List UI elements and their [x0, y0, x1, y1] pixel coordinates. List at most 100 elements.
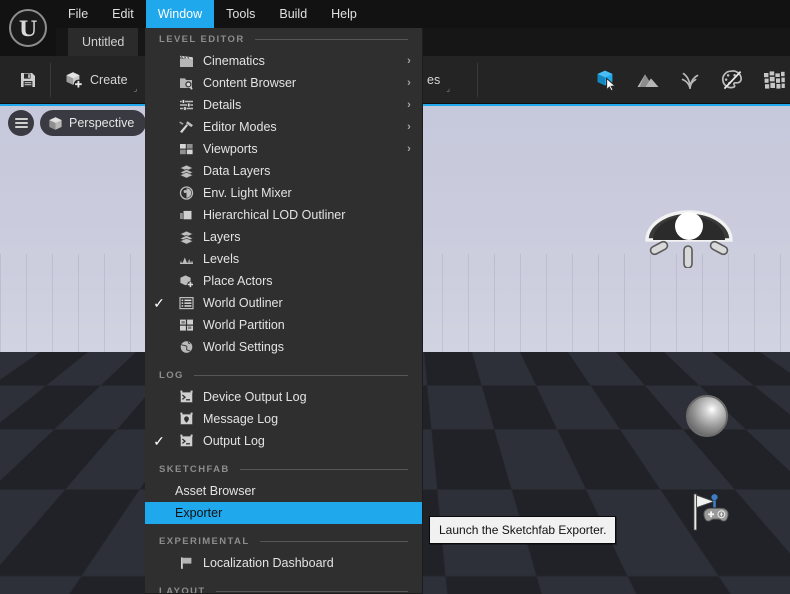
- mesh-paint-mode-icon: [720, 68, 744, 92]
- section-title: EXPERIMENTAL: [159, 536, 250, 547]
- menu-item-label: Viewports: [199, 142, 396, 156]
- landscape-mode-icon: [636, 69, 660, 91]
- viewport-menu-button[interactable]: [8, 110, 34, 136]
- menu-help[interactable]: Help: [319, 0, 369, 28]
- sphere-mesh-actor[interactable]: [686, 395, 728, 437]
- menu-item-place-actors[interactable]: Place Actors: [145, 270, 422, 292]
- unreal-logo-glyph: U: [9, 9, 47, 47]
- place-actor-icon: [173, 274, 199, 288]
- menu-item-label: Localization Dashboard: [199, 556, 396, 570]
- menu-item-world-settings[interactable]: World Settings: [145, 336, 422, 358]
- section-rule: [194, 375, 408, 376]
- levels-chart-icon: [173, 252, 199, 266]
- cube-icon: [48, 116, 63, 131]
- message-log-icon: [173, 412, 199, 426]
- menu-section-experimental: EXPERIMENTAL: [145, 530, 422, 552]
- menu-item-output-log[interactable]: ✓ Output Log: [145, 430, 422, 452]
- menu-item-asset-browser[interactable]: Asset Browser: [145, 480, 422, 502]
- chevron-right-icon: ›: [396, 121, 422, 133]
- menu-item-localization-dashboard[interactable]: Localization Dashboard: [145, 552, 422, 574]
- menu-item-label: Layers: [199, 230, 396, 244]
- menu-item-label: Exporter: [145, 506, 422, 520]
- menu-item-label: Levels: [199, 252, 396, 266]
- chevron-right-icon: ›: [396, 55, 422, 67]
- menu-item-cinematics[interactable]: Cinematics ›: [145, 50, 422, 72]
- player-start-actor[interactable]: [692, 492, 738, 534]
- menu-item-env-light-mixer[interactable]: Env. Light Mixer: [145, 182, 422, 204]
- menu-item-label: Data Layers: [199, 164, 396, 178]
- create-caret-icon: ⌟: [134, 84, 138, 93]
- menu-item-exporter[interactable]: Exporter: [145, 502, 422, 524]
- create-button[interactable]: Create ⌟: [55, 63, 146, 97]
- window-menu-dropdown[interactable]: LEVEL EDITOR Cinematics › Content Browse…: [145, 28, 423, 594]
- menu-item-label: Asset Browser: [145, 484, 422, 498]
- fracture-mode-button[interactable]: [753, 63, 790, 97]
- viewport-perspective-button[interactable]: Perspective: [40, 110, 146, 136]
- menu-section-layout: LAYOUT: [145, 580, 422, 594]
- toolbar-modes-group: [585, 56, 790, 104]
- menu-item-world-outliner[interactable]: ✓ World Outliner: [145, 292, 422, 314]
- create-cube-plus-icon: [64, 70, 84, 90]
- menu-item-label: Device Output Log: [199, 390, 396, 404]
- menu-item-label: Cinematics: [199, 54, 396, 68]
- menu-item-label: Output Log: [199, 434, 396, 448]
- folder-search-icon: [173, 76, 199, 90]
- flag-icon: [173, 556, 199, 570]
- menu-item-label: Place Actors: [199, 274, 396, 288]
- menu-item-hierarchical-lod-outliner[interactable]: Hierarchical LOD Outliner: [145, 204, 422, 226]
- menu-item-label: World Settings: [199, 340, 396, 354]
- section-rule: [216, 591, 408, 592]
- unreal-logo[interactable]: U: [0, 0, 56, 56]
- landscape-mode-button[interactable]: [627, 63, 669, 97]
- chevron-right-icon: ›: [396, 77, 422, 89]
- foliage-mode-button[interactable]: [669, 63, 711, 97]
- menu-item-label: Env. Light Mixer: [199, 186, 396, 200]
- partition-grid-icon: [173, 318, 199, 332]
- menu-item-details[interactable]: Details ›: [145, 94, 422, 116]
- menu-section-level-editor: LEVEL EDITOR: [145, 28, 422, 50]
- menu-item-editor-modes[interactable]: Editor Modes ›: [145, 116, 422, 138]
- menu-edit[interactable]: Edit: [100, 0, 146, 28]
- section-title: LOG: [159, 370, 184, 381]
- sliders-icon: [173, 98, 199, 112]
- menu-item-message-log[interactable]: Message Log: [145, 408, 422, 430]
- tooltip-text: Launch the Sketchfab Exporter.: [439, 523, 606, 537]
- section-rule: [255, 39, 408, 40]
- menu-item-layers[interactable]: Layers: [145, 226, 422, 248]
- menu-item-viewports[interactable]: Viewports ›: [145, 138, 422, 160]
- console-icon: [173, 434, 199, 448]
- modes-button-clipped[interactable]: es ⌟: [418, 63, 459, 97]
- menu-item-content-browser[interactable]: Content Browser ›: [145, 72, 422, 94]
- menu-build[interactable]: Build: [267, 0, 319, 28]
- section-rule: [240, 469, 408, 470]
- chevron-right-icon: ›: [396, 143, 422, 155]
- menu-file[interactable]: File: [56, 0, 100, 28]
- menu-item-label: Editor Modes: [199, 120, 396, 134]
- menu-item-levels[interactable]: Levels: [145, 248, 422, 270]
- menu-item-device-output-log[interactable]: Device Output Log: [145, 386, 422, 408]
- save-button[interactable]: [10, 63, 46, 97]
- menu-item-data-layers[interactable]: Data Layers: [145, 160, 422, 182]
- menu-item-world-partition[interactable]: World Partition: [145, 314, 422, 336]
- console-icon: [173, 390, 199, 404]
- clapperboard-icon: [173, 54, 199, 68]
- hamburger-icon: [15, 116, 28, 130]
- menu-item-label: World Outliner: [199, 296, 396, 310]
- menu-tools[interactable]: Tools: [214, 0, 267, 28]
- main-menu-bar: File Edit Window Tools Build Help: [56, 0, 369, 28]
- layers-icon: [173, 230, 199, 244]
- toolbar-separator-1: [50, 63, 51, 97]
- directional-light-actor[interactable]: [639, 206, 739, 268]
- section-title: LAYOUT: [159, 586, 206, 594]
- light-mixer-icon: [173, 186, 199, 200]
- select-mode-button[interactable]: [585, 63, 627, 97]
- menu-section-log: LOG: [145, 364, 422, 386]
- fracture-mode-icon: [762, 69, 786, 91]
- menu-item-label: Details: [199, 98, 396, 112]
- mesh-paint-mode-button[interactable]: [711, 63, 753, 97]
- modes-button-label: es: [427, 73, 440, 87]
- menu-item-label: Hierarchical LOD Outliner: [199, 208, 396, 222]
- menu-window[interactable]: Window: [146, 0, 214, 28]
- grid-panels-icon: [173, 142, 199, 156]
- tab-untitled[interactable]: Untitled: [68, 28, 138, 56]
